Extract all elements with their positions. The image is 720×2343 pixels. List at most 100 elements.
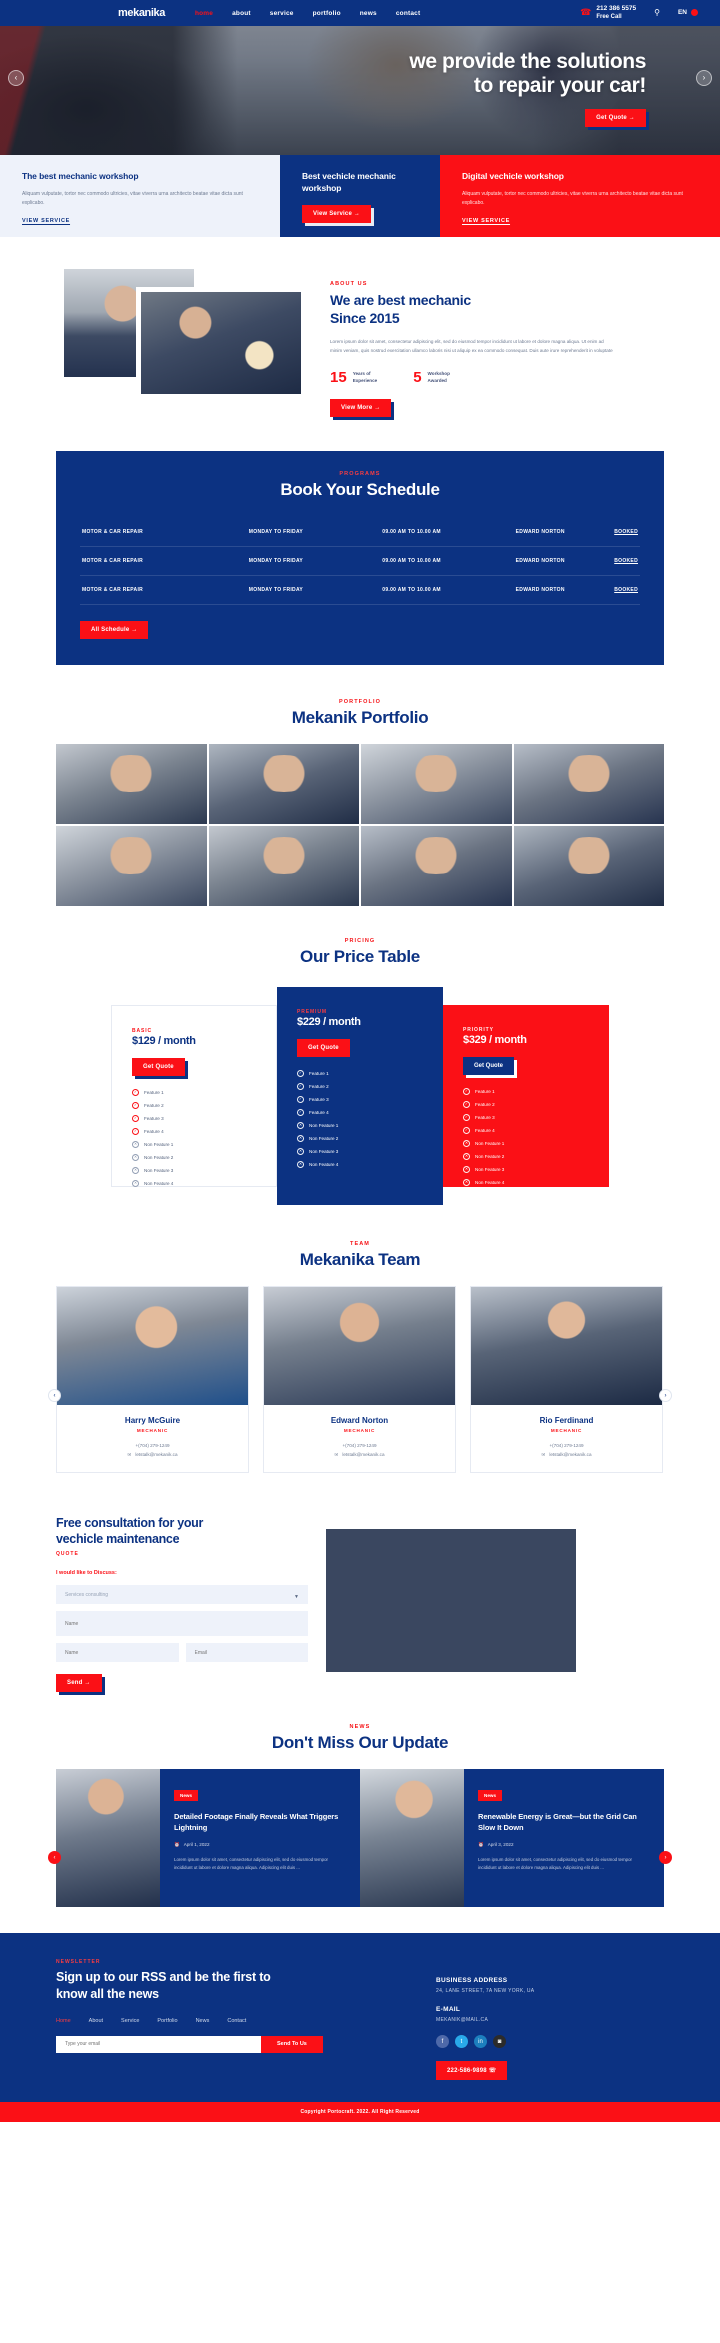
- team-member-email-row[interactable]: ✉ letstalk@mekanik.ca: [67, 1450, 238, 1459]
- instagram-icon[interactable]: ◙: [493, 2035, 506, 2049]
- stat-text-line-2: Awarded: [427, 378, 447, 384]
- header-phone-label: Free Call: [596, 14, 622, 21]
- footer-nav-item-home[interactable]: Home: [56, 2018, 71, 2024]
- footer-email-value[interactable]: MEKANIK@MAIL.CA: [436, 2017, 648, 2023]
- email-input[interactable]: [185, 1643, 308, 1663]
- schedule-row: MOTOR & CAR REPAIR MONDAY TO FRIDAY 09.0…: [80, 518, 640, 547]
- feature-card-link[interactable]: VIEW SERVICE: [22, 218, 70, 224]
- facebook-icon[interactable]: f: [436, 2035, 449, 2049]
- portfolio-item[interactable]: [56, 825, 207, 906]
- pricing-nonfeature-label: Non Feature 2: [144, 1154, 174, 1160]
- news-card[interactable]: News Detailed Footage Finally Reveals Wh…: [160, 1769, 360, 1908]
- portfolio-item[interactable]: [361, 825, 512, 906]
- search-icon[interactable]: ⚲: [654, 8, 660, 17]
- footer-nav-item-portfolio[interactable]: Portfolio: [157, 2018, 177, 2024]
- hero-next-arrow-icon[interactable]: ›: [696, 69, 712, 86]
- newsletter-email-input[interactable]: [56, 2035, 261, 2053]
- footer-nav-item-contact[interactable]: Contact: [227, 2018, 246, 2024]
- schedule-person: EDWARD NORTON: [515, 557, 565, 564]
- all-schedule-button[interactable]: All Schedule →: [80, 620, 149, 639]
- discuss-select[interactable]: [56, 1585, 308, 1605]
- close-icon: ✕: [463, 1165, 470, 1173]
- linkedin-icon[interactable]: in: [474, 2035, 487, 2049]
- team-member-name: Harry McGuire: [124, 1415, 181, 1425]
- feature-card-link[interactable]: VIEW SERVICE: [462, 218, 510, 224]
- team-member-phone[interactable]: +(704) 279-1249: [67, 1441, 238, 1450]
- nav-item-news[interactable]: news: [360, 10, 377, 17]
- close-icon: ✕: [463, 1178, 470, 1186]
- consultation-label: QUOTE: [56, 1550, 79, 1557]
- name-input[interactable]: [56, 1643, 179, 1663]
- phone-icon: ☎: [580, 7, 592, 18]
- portfolio-item[interactable]: [361, 743, 512, 824]
- hero-get-quote-button[interactable]: Get Quote →: [585, 109, 646, 128]
- team-title: Mekanika Team: [299, 1249, 421, 1269]
- about-title-line-1: We are best mechanic: [330, 292, 471, 308]
- portfolio-item[interactable]: [56, 743, 207, 824]
- nav-item-home[interactable]: home: [195, 10, 213, 17]
- team-member-photo: [471, 1286, 662, 1405]
- site-footer: NEWSLETTER Sign up to our RSS and be the…: [0, 1933, 720, 2103]
- pricing-get-quote-button[interactable]: Get Quote: [297, 1038, 350, 1057]
- news-card[interactable]: News Renewable Energy is Great—but the G…: [464, 1769, 664, 1908]
- schedule-status[interactable]: BOOKED: [605, 587, 638, 593]
- schedule-status[interactable]: BOOKED: [605, 529, 638, 535]
- nav-item-contact[interactable]: contact: [396, 10, 421, 17]
- about-view-more-button[interactable]: View More →: [330, 398, 392, 417]
- nav-item-portfolio[interactable]: portfolio: [313, 10, 341, 17]
- portfolio-item[interactable]: [513, 743, 664, 824]
- portfolio-item[interactable]: [208, 743, 359, 824]
- team-member-phone[interactable]: +(704) 279-1249: [481, 1441, 652, 1450]
- pricing-get-quote-button[interactable]: Get Quote: [463, 1056, 515, 1075]
- close-icon: ✕: [132, 1179, 139, 1187]
- feature-card-title: Digital vechicle workshop: [462, 171, 564, 181]
- news-post-date-row: ⏰ April 3, 2022: [478, 1842, 650, 1848]
- portfolio-item[interactable]: [513, 825, 664, 906]
- news-section: NEWS Don't Miss Our Update News Detailed…: [0, 1718, 720, 1933]
- feature-cards: The best mechanic workshop Aliquam vulpu…: [0, 155, 720, 237]
- team-member-photo: [57, 1286, 248, 1405]
- team-next-arrow-icon[interactable]: ›: [659, 1389, 672, 1403]
- pricing-feature-item: ✓ Feature 4: [463, 1126, 589, 1134]
- header-phone[interactable]: ☎ 212 386 5575 Free Call: [580, 5, 636, 22]
- pricing-nonfeature-item: ✕ Non Feature 2: [297, 1134, 423, 1142]
- about-image-front: [136, 287, 306, 399]
- team-member-phone[interactable]: +(704) 279-1249: [274, 1441, 445, 1450]
- hero-title-line-2: to repair your car!: [473, 73, 647, 97]
- news-next-arrow-icon[interactable]: ›: [659, 1851, 672, 1865]
- team-member-email-row[interactable]: ✉ letstalk@mekanik.ca: [481, 1450, 652, 1459]
- close-icon: ✕: [132, 1153, 139, 1161]
- about-label: ABOUT US: [330, 281, 368, 287]
- team-member-role: MECHANIC: [343, 1427, 376, 1433]
- footer-nav-item-news[interactable]: News: [196, 2018, 210, 2024]
- hero-prev-arrow-icon[interactable]: ‹: [8, 69, 24, 86]
- feature-card-body: Aliquam vulputate, tortor nec commodo ul…: [22, 190, 243, 207]
- news-post-title: Detailed Footage Finally Reveals What Tr…: [174, 1812, 339, 1833]
- consultation-send-button[interactable]: Send →: [56, 1674, 102, 1693]
- pricing-get-quote-button[interactable]: Get Quote: [132, 1057, 185, 1076]
- pricing-feature-label: Feature 3: [144, 1115, 164, 1121]
- feature-card-digital-vehicle: Digital vechicle workshop Aliquam vulput…: [440, 155, 720, 237]
- message-input[interactable]: [56, 1611, 308, 1637]
- pricing-feature-item: ✓ Feature 1: [297, 1069, 423, 1077]
- check-icon: ✓: [132, 1114, 139, 1122]
- mail-icon: ✉: [334, 1451, 339, 1457]
- portfolio-item[interactable]: [208, 825, 359, 906]
- stat-text: Workshop Awarded: [428, 370, 450, 385]
- feature-view-service-button[interactable]: View Service →: [302, 204, 372, 223]
- schedule-status[interactable]: BOOKED: [605, 558, 638, 564]
- footer-phone-button[interactable]: 222-586-9898 ☏: [436, 2061, 508, 2081]
- nav-item-service[interactable]: service: [270, 10, 294, 17]
- newsletter-send-button[interactable]: Send To Us: [261, 2035, 323, 2053]
- team-member-role: MECHANIC: [550, 1427, 583, 1433]
- pricing-feature-item: ✓ Feature 3: [132, 1114, 256, 1122]
- nav-item-about[interactable]: about: [232, 10, 251, 17]
- twitter-icon[interactable]: t: [455, 2035, 468, 2049]
- stat-number: 5: [413, 368, 422, 386]
- footer-nav-item-service[interactable]: Service: [121, 2018, 139, 2024]
- team-member-email-row[interactable]: ✉ letstalk@mekanik.ca: [274, 1450, 445, 1459]
- footer-nav-item-about[interactable]: About: [89, 2018, 103, 2024]
- site-logo[interactable]: mekanika: [118, 7, 165, 19]
- pricing-nonfeature-label: Non Feature 2: [475, 1153, 505, 1159]
- language-switcher[interactable]: EN: [678, 9, 698, 17]
